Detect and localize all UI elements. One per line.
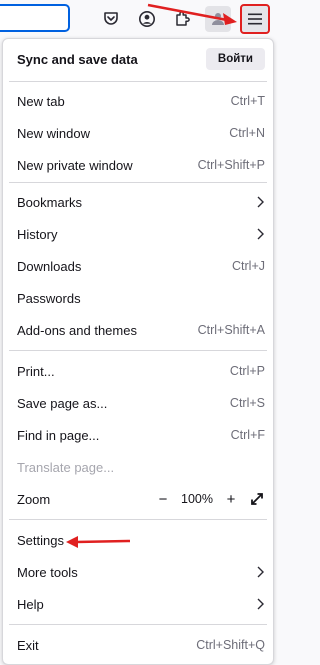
shortcut-label: Ctrl+Shift+A xyxy=(197,323,265,337)
menu-item-label: New window xyxy=(17,125,90,141)
menu-item-addons[interactable]: Add-ons and themes Ctrl+Shift+A xyxy=(3,314,273,346)
shortcut-label: Ctrl+S xyxy=(229,396,265,410)
menu-item-save-page[interactable]: Save page as... Ctrl+S xyxy=(3,387,273,419)
separator xyxy=(9,182,267,183)
sync-label: Sync and save data xyxy=(17,51,138,67)
separator xyxy=(9,624,267,625)
app-menu-panel: Sync and save data Войти New tab Ctrl+T … xyxy=(2,38,274,665)
chevron-right-icon xyxy=(257,598,264,610)
zoom-out-button[interactable]: − xyxy=(155,491,171,508)
chevron-right-icon xyxy=(257,228,264,240)
address-bar[interactable] xyxy=(0,4,70,32)
account-icon[interactable] xyxy=(134,6,160,32)
menu-item-label: New private window xyxy=(17,157,133,173)
menu-icon[interactable] xyxy=(240,4,270,34)
menu-item-more-tools[interactable]: More tools xyxy=(3,556,273,588)
menu-item-find-in-page[interactable]: Find in page... Ctrl+F xyxy=(3,419,273,451)
fullscreen-icon[interactable] xyxy=(249,491,265,507)
menu-item-new-tab[interactable]: New tab Ctrl+T xyxy=(3,85,273,117)
zoom-level[interactable]: 100% xyxy=(181,492,213,506)
menu-item-label: Add-ons and themes xyxy=(17,322,137,338)
menu-item-passwords[interactable]: Passwords xyxy=(3,282,273,314)
menu-item-label: Print... xyxy=(17,363,55,379)
shortcut-label: Ctrl+P xyxy=(229,364,265,378)
menu-item-exit[interactable]: Exit Ctrl+Shift+Q xyxy=(3,629,273,661)
menu-item-label: New tab xyxy=(17,93,65,109)
menu-item-label: Find in page... xyxy=(17,427,100,443)
menu-item-label: Save page as... xyxy=(17,395,108,411)
menu-item-label: Exit xyxy=(17,637,39,653)
menu-item-label: Translate page... xyxy=(17,459,115,475)
sync-row: Sync and save data Войти xyxy=(3,43,273,75)
menu-item-settings[interactable]: Settings xyxy=(3,524,273,556)
pocket-icon[interactable] xyxy=(98,6,124,32)
menu-item-bookmarks[interactable]: Bookmarks xyxy=(3,186,273,218)
menu-item-label: Help xyxy=(17,596,44,612)
shortcut-label: Ctrl+Shift+Q xyxy=(196,638,265,652)
menu-item-label: Settings xyxy=(17,532,64,548)
menu-item-downloads[interactable]: Downloads Ctrl+J xyxy=(3,250,273,282)
extensions-icon[interactable] xyxy=(169,6,195,32)
zoom-in-button[interactable]: + xyxy=(223,491,239,508)
menu-item-label: Passwords xyxy=(17,290,81,306)
menu-item-help[interactable]: Help xyxy=(3,588,273,620)
shortcut-label: Ctrl+J xyxy=(232,259,265,273)
menu-item-label: Downloads xyxy=(17,258,82,274)
menu-item-print[interactable]: Print... Ctrl+P xyxy=(3,355,273,387)
chevron-right-icon xyxy=(257,566,264,578)
menu-item-new-window[interactable]: New window Ctrl+N xyxy=(3,117,273,149)
shortcut-label: Ctrl+T xyxy=(230,94,265,108)
menu-item-label: Zoom xyxy=(17,491,51,507)
separator xyxy=(9,350,267,351)
chevron-right-icon xyxy=(257,196,264,208)
menu-item-zoom: Zoom − 100% + xyxy=(3,483,273,515)
shortcut-label: Ctrl+Shift+P xyxy=(197,158,265,172)
sign-in-button[interactable]: Войти xyxy=(205,48,265,70)
zoom-controls: − 100% + xyxy=(155,491,265,508)
menu-item-new-private-window[interactable]: New private window Ctrl+Shift+P xyxy=(3,149,273,181)
menu-item-history[interactable]: History xyxy=(3,218,273,250)
shortcut-label: Ctrl+F xyxy=(230,428,265,442)
menu-item-label: Bookmarks xyxy=(17,194,83,210)
menu-item-translate-page: Translate page... xyxy=(3,451,273,483)
sync-icon[interactable] xyxy=(205,6,231,32)
browser-toolbar xyxy=(0,0,277,38)
menu-item-label: History xyxy=(17,226,58,242)
shortcut-label: Ctrl+N xyxy=(229,126,265,140)
menu-item-label: More tools xyxy=(17,564,78,580)
separator xyxy=(9,519,267,520)
separator xyxy=(9,81,267,82)
